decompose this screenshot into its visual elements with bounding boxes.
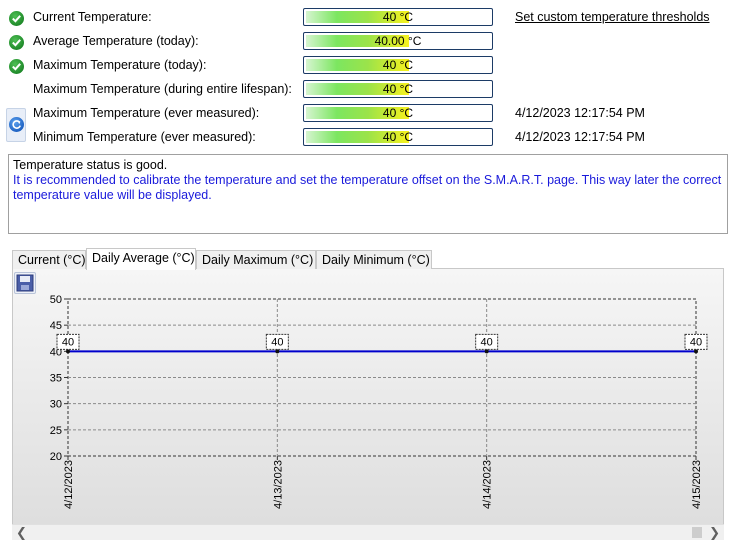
refresh-icon <box>9 117 24 132</box>
calibration-note: It is recommended to calibrate the tempe… <box>13 173 722 202</box>
tab-daily-minimum[interactable]: Daily Minimum (°C) <box>316 250 432 269</box>
temperature-row-label: Minimum Temperature (ever measured): <box>33 130 256 144</box>
x-tick-label: 4/14/2023 <box>482 460 494 509</box>
y-tick-label: 30 <box>50 399 62 411</box>
data-label: 40 <box>481 336 493 348</box>
temperature-value: 40 °C <box>382 10 414 24</box>
data-point <box>484 349 489 354</box>
temperature-gauge: 40 °C <box>303 128 493 146</box>
temperature-timestamp: 4/12/2023 12:17:54 PM <box>515 130 645 144</box>
y-tick-label: 45 <box>50 320 62 332</box>
temperature-row-label: Maximum Temperature (ever measured): <box>33 106 260 120</box>
temperature-value: 40.00 °C <box>374 34 422 48</box>
data-point <box>66 349 70 354</box>
temperature-value: 40 °C <box>382 58 414 72</box>
temperature-row-label: Maximum Temperature (today): <box>33 58 207 72</box>
data-point <box>694 349 698 354</box>
data-label: 40 <box>690 336 702 348</box>
status-message: Temperature status is good. <box>13 158 168 172</box>
scroll-right-icon[interactable]: ❯ <box>709 525 720 541</box>
temperature-value: 40 °C <box>382 82 414 96</box>
temperature-status-box: Temperature status is good. It is recomm… <box>8 154 728 234</box>
x-tick-label: 4/13/2023 <box>272 460 284 509</box>
data-label: 40 <box>62 336 74 348</box>
x-tick-label: 4/12/2023 <box>63 460 75 509</box>
refresh-button[interactable] <box>6 108 26 142</box>
y-tick-label: 50 <box>50 294 62 306</box>
data-point <box>275 349 280 354</box>
temperature-gauge: 40 °C <box>303 8 493 26</box>
temperature-value: 40 °C <box>382 130 414 144</box>
temperature-gauge: 40.00 °C <box>303 32 493 50</box>
temperature-gauge: 40 °C <box>303 80 493 98</box>
temperature-gauge: 40 °C <box>303 104 493 122</box>
temperature-row-label: Current Temperature: <box>33 10 152 24</box>
check-circle-icon <box>9 35 24 50</box>
y-tick-label: 35 <box>50 373 62 385</box>
check-circle-icon <box>9 59 24 74</box>
temperature-chart: 202530354045504/12/2023 4/13/2023 4/14/202… <box>50 294 708 509</box>
scroll-thumb[interactable] <box>692 527 702 538</box>
check-circle-icon <box>9 11 24 26</box>
tab-current[interactable]: Current (°C) <box>12 250 86 269</box>
scroll-left-icon[interactable]: ❮ <box>16 525 27 541</box>
y-tick-label: 25 <box>50 425 62 437</box>
temperature-row-label: Maximum Temperature (during entire lifes… <box>33 82 292 96</box>
tab-daily-average[interactable]: Daily Average (°C) <box>86 248 196 270</box>
temperature-value: 40 °C <box>382 106 414 120</box>
temperature-row-label: Average Temperature (today): <box>33 34 199 48</box>
tab-daily-maximum[interactable]: Daily Maximum (°C) <box>196 250 316 269</box>
plot-area <box>67 298 697 457</box>
temperature-gauge: 40 °C <box>303 56 493 74</box>
data-label: 40 <box>271 336 283 348</box>
set-thresholds-link[interactable]: Set custom temperature thresholds <box>515 10 710 24</box>
temperature-timestamp: 4/12/2023 12:17:54 PM <box>515 106 645 120</box>
y-tick-label: 20 <box>50 451 62 463</box>
horizontal-scrollbar[interactable]: ❮ ❯ <box>12 524 724 540</box>
x-tick-label: 4/15/2023 <box>691 460 703 509</box>
